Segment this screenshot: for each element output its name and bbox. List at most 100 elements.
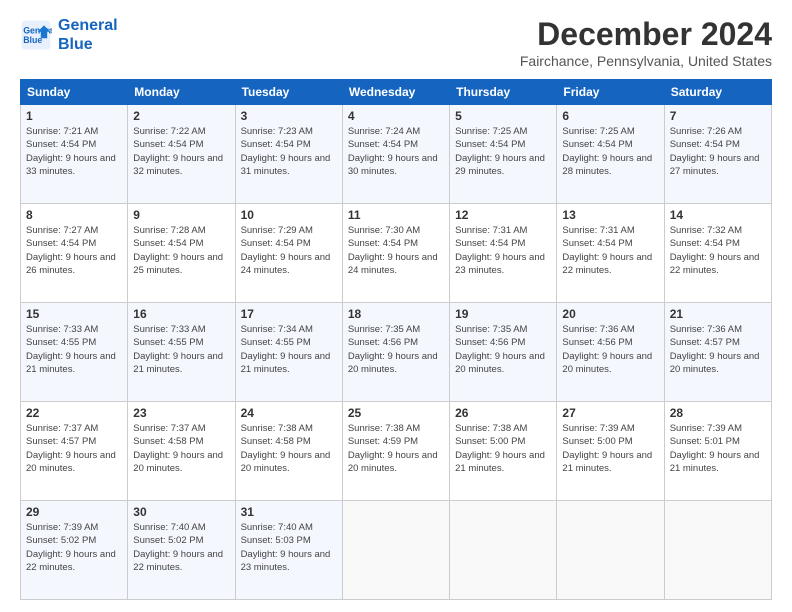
day-number: 17: [241, 307, 337, 321]
title-block: December 2024 Fairchance, Pennsylvania, …: [520, 16, 772, 69]
day-info: Sunrise: 7:38 AMSunset: 4:59 PMDaylight:…: [348, 422, 444, 475]
day-info: Sunrise: 7:29 AMSunset: 4:54 PMDaylight:…: [241, 224, 337, 277]
table-row: 25 Sunrise: 7:38 AMSunset: 4:59 PMDayligh…: [342, 402, 449, 501]
table-row: [450, 501, 557, 600]
table-row: 27Sunrise: 7:39 AMSunset: 5:00 PMDayligh…: [557, 402, 664, 501]
calendar-week-1: 1Sunrise: 7:21 AMSunset: 4:54 PMDaylight…: [21, 105, 772, 204]
day-info: Sunrise: 7:39 AMSunset: 5:00 PMDaylight:…: [562, 422, 658, 475]
day-info: Sunrise: 7:25 AMSunset: 4:54 PMDaylight:…: [455, 125, 551, 178]
table-row: 18 Sunrise: 7:35 AMSunset: 4:56 PMDayligh…: [342, 303, 449, 402]
day-number: 4: [348, 109, 444, 123]
col-thursday: Thursday: [450, 80, 557, 105]
day-number: 13: [562, 208, 658, 222]
day-info: Sunrise: 7:30 AMSunset: 4:54 PMDaylight:…: [348, 224, 444, 277]
day-number: 5: [455, 109, 551, 123]
day-info: Sunrise: 7:38 AMSunset: 4:58 PMDaylight:…: [241, 422, 337, 475]
day-number: 8: [26, 208, 122, 222]
day-number: 28: [670, 406, 766, 420]
col-friday: Friday: [557, 80, 664, 105]
header: General Blue General Blue December 2024 …: [20, 16, 772, 69]
day-info: Sunrise: 7:34 AMSunset: 4:55 PMDaylight:…: [241, 323, 337, 376]
day-number: 19: [455, 307, 551, 321]
day-number: 6: [562, 109, 658, 123]
table-row: 5 Sunrise: 7:25 AMSunset: 4:54 PMDaylight…: [450, 105, 557, 204]
day-info: Sunrise: 7:31 AMSunset: 4:54 PMDaylight:…: [562, 224, 658, 277]
main-title: December 2024: [520, 16, 772, 53]
day-info: Sunrise: 7:35 AMSunset: 4:56 PMDaylight:…: [348, 323, 444, 376]
day-info: Sunrise: 7:36 AMSunset: 4:56 PMDaylight:…: [562, 323, 658, 376]
day-info: Sunrise: 7:39 AMSunset: 5:02 PMDaylight:…: [26, 521, 122, 574]
day-number: 12: [455, 208, 551, 222]
table-row: 23Sunrise: 7:37 AMSunset: 4:58 PMDayligh…: [128, 402, 235, 501]
table-row: 29 Sunrise: 7:39 AMSunset: 5:02 PMDayligh…: [21, 501, 128, 600]
day-info: Sunrise: 7:39 AMSunset: 5:01 PMDaylight:…: [670, 422, 766, 475]
day-number: 22: [26, 406, 122, 420]
table-row: [557, 501, 664, 600]
table-row: 7 Sunrise: 7:26 AMSunset: 4:54 PMDaylight…: [664, 105, 771, 204]
day-info: Sunrise: 7:37 AMSunset: 4:57 PMDaylight:…: [26, 422, 122, 475]
calendar-table: Sunday Monday Tuesday Wednesday Thursday…: [20, 79, 772, 600]
logo-icon: General Blue: [20, 19, 52, 51]
day-info: Sunrise: 7:35 AMSunset: 4:56 PMDaylight:…: [455, 323, 551, 376]
day-number: 16: [133, 307, 229, 321]
col-tuesday: Tuesday: [235, 80, 342, 105]
day-number: 15: [26, 307, 122, 321]
table-row: 8 Sunrise: 7:27 AMSunset: 4:54 PMDaylight…: [21, 204, 128, 303]
table-row: 30Sunrise: 7:40 AMSunset: 5:02 PMDayligh…: [128, 501, 235, 600]
calendar-header-row: Sunday Monday Tuesday Wednesday Thursday…: [21, 80, 772, 105]
day-info: Sunrise: 7:22 AMSunset: 4:54 PMDaylight:…: [133, 125, 229, 178]
day-info: Sunrise: 7:38 AMSunset: 5:00 PMDaylight:…: [455, 422, 551, 475]
day-info: Sunrise: 7:24 AMSunset: 4:54 PMDaylight:…: [348, 125, 444, 178]
table-row: 2Sunrise: 7:22 AMSunset: 4:54 PMDaylight…: [128, 105, 235, 204]
page: General Blue General Blue December 2024 …: [0, 0, 792, 612]
svg-text:Blue: Blue: [23, 35, 42, 45]
day-info: Sunrise: 7:31 AMSunset: 4:54 PMDaylight:…: [455, 224, 551, 277]
day-info: Sunrise: 7:23 AMSunset: 4:54 PMDaylight:…: [241, 125, 337, 178]
day-info: Sunrise: 7:40 AMSunset: 5:03 PMDaylight:…: [241, 521, 337, 574]
calendar-week-2: 8 Sunrise: 7:27 AMSunset: 4:54 PMDaylight…: [21, 204, 772, 303]
table-row: 14Sunrise: 7:32 AMSunset: 4:54 PMDayligh…: [664, 204, 771, 303]
table-row: 11 Sunrise: 7:30 AMSunset: 4:54 PMDayligh…: [342, 204, 449, 303]
day-number: 3: [241, 109, 337, 123]
day-info: Sunrise: 7:33 AMSunset: 4:55 PMDaylight:…: [133, 323, 229, 376]
day-number: 20: [562, 307, 658, 321]
logo-general: General: [58, 17, 118, 34]
day-info: Sunrise: 7:25 AMSunset: 4:54 PMDaylight:…: [562, 125, 658, 178]
table-row: 28 Sunrise: 7:39 AMSunset: 5:01 PMDayligh…: [664, 402, 771, 501]
table-row: 6 Sunrise: 7:25 AMSunset: 4:54 PMDaylight…: [557, 105, 664, 204]
subtitle: Fairchance, Pennsylvania, United States: [520, 53, 772, 69]
day-info: Sunrise: 7:27 AMSunset: 4:54 PMDaylight:…: [26, 224, 122, 277]
table-row: 13 Sunrise: 7:31 AMSunset: 4:54 PMDayligh…: [557, 204, 664, 303]
day-number: 10: [241, 208, 337, 222]
table-row: 20 Sunrise: 7:36 AMSunset: 4:56 PMDayligh…: [557, 303, 664, 402]
calendar-week-4: 22 Sunrise: 7:37 AMSunset: 4:57 PMDayligh…: [21, 402, 772, 501]
logo: General Blue General Blue: [20, 16, 118, 54]
day-number: 11: [348, 208, 444, 222]
day-number: 9: [133, 208, 229, 222]
day-number: 21: [670, 307, 766, 321]
col-monday: Monday: [128, 80, 235, 105]
day-number: 7: [670, 109, 766, 123]
day-info: Sunrise: 7:36 AMSunset: 4:57 PMDaylight:…: [670, 323, 766, 376]
day-number: 25: [348, 406, 444, 420]
logo-text: General Blue: [58, 16, 118, 54]
table-row: [342, 501, 449, 600]
col-saturday: Saturday: [664, 80, 771, 105]
table-row: 1Sunrise: 7:21 AMSunset: 4:54 PMDaylight…: [21, 105, 128, 204]
col-wednesday: Wednesday: [342, 80, 449, 105]
day-info: Sunrise: 7:40 AMSunset: 5:02 PMDaylight:…: [133, 521, 229, 574]
day-info: Sunrise: 7:32 AMSunset: 4:54 PMDaylight:…: [670, 224, 766, 277]
day-number: 26: [455, 406, 551, 420]
table-row: 9Sunrise: 7:28 AMSunset: 4:54 PMDaylight…: [128, 204, 235, 303]
logo-blue: Blue: [58, 36, 93, 53]
table-row: 24 Sunrise: 7:38 AMSunset: 4:58 PMDayligh…: [235, 402, 342, 501]
table-row: [664, 501, 771, 600]
table-row: 31Sunrise: 7:40 AMSunset: 5:03 PMDayligh…: [235, 501, 342, 600]
calendar-week-5: 29 Sunrise: 7:39 AMSunset: 5:02 PMDayligh…: [21, 501, 772, 600]
day-number: 18: [348, 307, 444, 321]
day-info: Sunrise: 7:26 AMSunset: 4:54 PMDaylight:…: [670, 125, 766, 178]
table-row: 3 Sunrise: 7:23 AMSunset: 4:54 PMDaylight…: [235, 105, 342, 204]
table-row: 22 Sunrise: 7:37 AMSunset: 4:57 PMDayligh…: [21, 402, 128, 501]
day-number: 29: [26, 505, 122, 519]
day-number: 24: [241, 406, 337, 420]
